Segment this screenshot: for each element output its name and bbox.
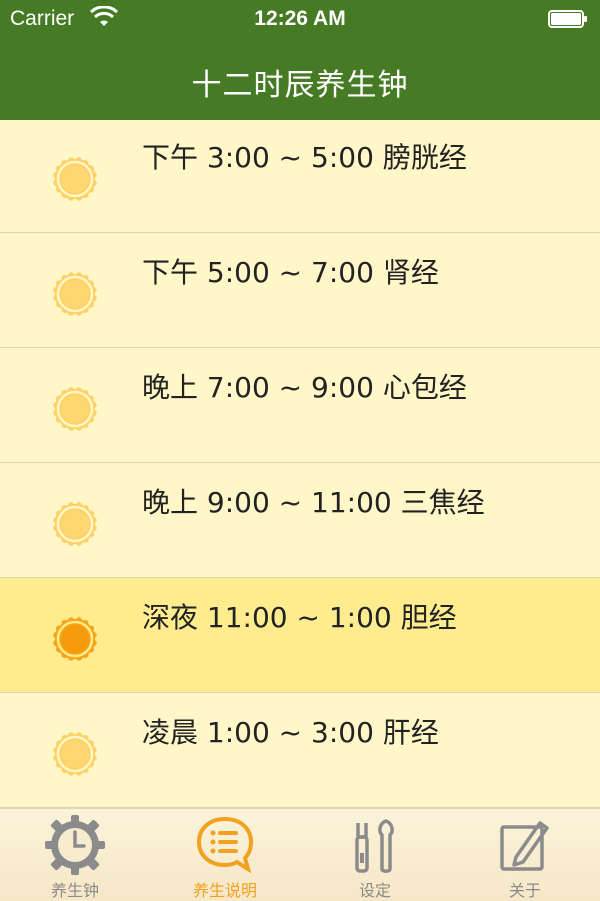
tab-clock[interactable]: 养生钟 bbox=[0, 809, 150, 901]
sun-icon bbox=[50, 499, 100, 549]
list-item[interactable]: 下午 3:00 ~ 5:00 膀胱经 bbox=[0, 120, 600, 233]
tools-icon bbox=[355, 819, 394, 873]
tab-health-notes[interactable]: 养生说明 bbox=[150, 809, 300, 901]
tab-about[interactable]: 关于 bbox=[450, 809, 600, 901]
sun-icon bbox=[50, 729, 100, 779]
list-item-label: 深夜 11:00 ~ 1:00 胆经 bbox=[142, 601, 457, 634]
clock-gear-icon bbox=[45, 815, 105, 875]
list-item-active[interactable]: 深夜 11:00 ~ 1:00 胆经 bbox=[0, 578, 600, 693]
navigation-bar: 十二时辰养生钟 bbox=[0, 40, 600, 120]
list-item-label: 凌晨 1:00 ~ 3:00 肝经 bbox=[142, 716, 439, 749]
tab-bar: 养生钟 养生说明 设定 关于 bbox=[0, 808, 600, 901]
page-title: 十二时辰养生钟 bbox=[191, 68, 409, 103]
sun-icon bbox=[50, 154, 100, 204]
status-time: 12:26 AM bbox=[254, 7, 346, 30]
list-item-label: 下午 3:00 ~ 5:00 膀胱经 bbox=[142, 141, 467, 174]
sun-icon bbox=[50, 269, 100, 319]
list-item[interactable]: 晚上 7:00 ~ 9:00 心包经 bbox=[0, 348, 600, 463]
status-bar: Carrier 12:26 AM bbox=[0, 0, 600, 40]
notepad-pen-icon bbox=[500, 821, 549, 871]
tab-label: 养生说明 bbox=[192, 881, 257, 900]
list-item-label: 下午 5:00 ~ 7:00 肾经 bbox=[142, 256, 439, 289]
time-period-list[interactable]: 下午 3:00 ~ 5:00 膀胱经 下午 5:00 ~ 7:00 肾经 晚上 … bbox=[0, 120, 600, 808]
tab-label: 关于 bbox=[508, 881, 541, 900]
list-item-label: 晚上 9:00 ~ 11:00 三焦经 bbox=[142, 486, 485, 519]
list-item[interactable]: 凌晨 1:00 ~ 3:00 肝经 bbox=[0, 693, 600, 808]
sun-active-icon bbox=[50, 614, 100, 664]
tab-settings[interactable]: 设定 bbox=[300, 809, 450, 901]
sun-icon bbox=[50, 384, 100, 434]
speech-list-icon bbox=[196, 816, 254, 874]
list-item[interactable]: 下午 5:00 ~ 7:00 肾经 bbox=[0, 233, 600, 348]
list-item-label: 晚上 7:00 ~ 9:00 心包经 bbox=[142, 371, 467, 404]
battery-icon bbox=[548, 10, 587, 28]
tab-label: 设定 bbox=[358, 881, 391, 900]
list-item[interactable]: 晚上 9:00 ~ 11:00 三焦经 bbox=[0, 463, 600, 578]
tab-label: 养生钟 bbox=[50, 881, 99, 900]
